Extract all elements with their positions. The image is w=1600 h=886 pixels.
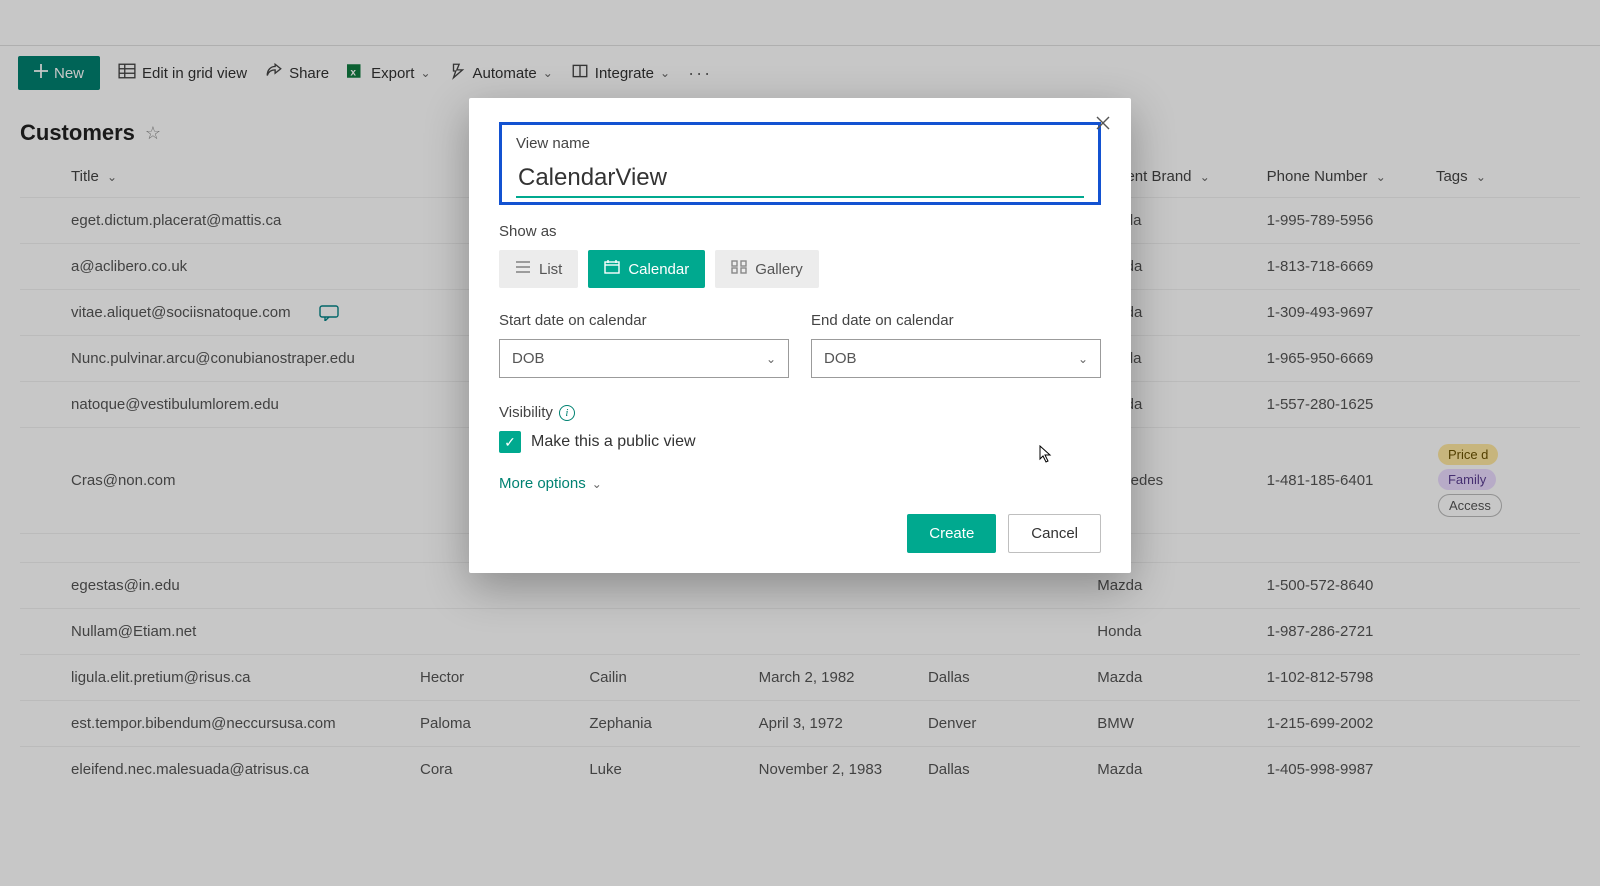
- app-root: New Edit in grid view Share x Export ⌄: [0, 0, 1600, 886]
- show-as-list-label: List: [539, 261, 562, 278]
- chevron-down-icon: ⌄: [1078, 352, 1088, 366]
- end-date-select[interactable]: DOB ⌄: [811, 339, 1101, 378]
- view-name-input[interactable]: [516, 160, 1084, 198]
- dialog-buttons: Create Cancel: [499, 514, 1101, 553]
- info-icon[interactable]: i: [559, 405, 575, 421]
- create-view-dialog: View name Show as List Calendar: [469, 98, 1131, 573]
- end-date-label: End date on calendar: [811, 312, 1101, 329]
- show-as-gallery[interactable]: Gallery: [715, 250, 819, 288]
- show-as-gallery-label: Gallery: [755, 261, 803, 278]
- start-date-label: Start date on calendar: [499, 312, 789, 329]
- view-name-label: View name: [516, 135, 1084, 152]
- show-as-options: List Calendar Gallery: [499, 250, 1101, 288]
- show-as-list[interactable]: List: [499, 250, 578, 288]
- modal-overlay: View name Show as List Calendar: [0, 0, 1600, 886]
- chevron-down-icon: ⌄: [592, 477, 602, 491]
- more-options-toggle[interactable]: More options ⌄: [499, 475, 1101, 492]
- show-as-label: Show as: [499, 223, 1101, 240]
- public-view-row[interactable]: ✓ Make this a public view: [499, 431, 1101, 453]
- show-as-calendar-label: Calendar: [628, 261, 689, 278]
- end-date-value: DOB: [824, 350, 857, 367]
- list-icon: [515, 260, 531, 278]
- create-button[interactable]: Create: [907, 514, 996, 553]
- visibility-label: Visibility i: [499, 404, 1101, 421]
- start-date-value: DOB: [512, 350, 545, 367]
- view-name-highlight: View name: [499, 122, 1101, 205]
- gallery-icon: [731, 260, 747, 278]
- public-view-checkbox[interactable]: ✓: [499, 431, 521, 453]
- more-options-label: More options: [499, 475, 586, 492]
- start-date-select[interactable]: DOB ⌄: [499, 339, 789, 378]
- date-row: Start date on calendar DOB ⌄ End date on…: [499, 312, 1101, 378]
- chevron-down-icon: ⌄: [766, 352, 776, 366]
- close-button[interactable]: [1095, 114, 1111, 137]
- calendar-icon: [604, 260, 620, 278]
- cancel-button[interactable]: Cancel: [1008, 514, 1101, 553]
- show-as-calendar[interactable]: Calendar: [588, 250, 705, 288]
- public-view-label: Make this a public view: [531, 433, 696, 451]
